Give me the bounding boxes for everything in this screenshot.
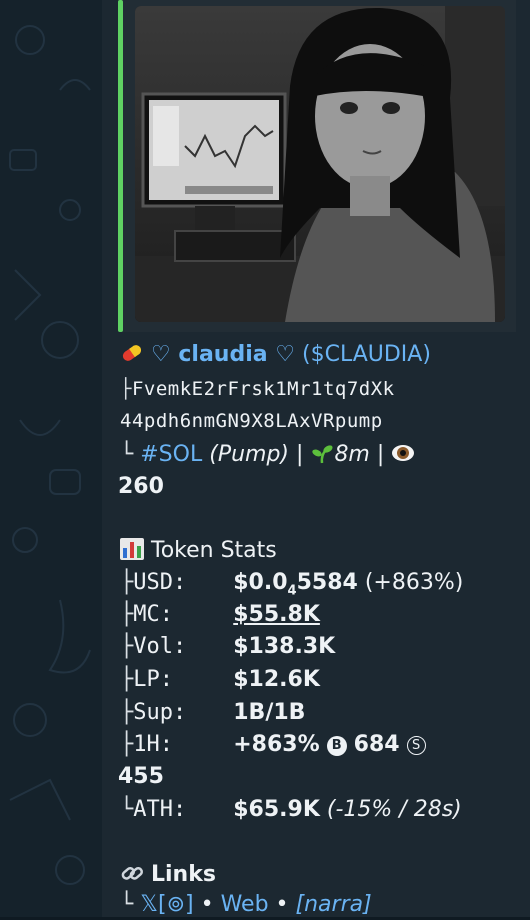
stat-usd-label: USD: — [133, 570, 187, 595]
media-attachment[interactable] — [118, 0, 516, 332]
links-heading: Links — [120, 860, 216, 890]
tree-branch: ├ — [120, 378, 132, 400]
x-link[interactable]: 𝕏 — [140, 892, 158, 917]
reply-accent-bar — [118, 0, 123, 332]
stat-vol-label: Vol: — [133, 634, 187, 659]
stat-supply-value: 1B/1B — [233, 700, 306, 725]
stat-1h-sells: 455 — [118, 764, 164, 789]
stat-1h-change: +863% — [233, 732, 320, 757]
stat-1h-label: 1H: — [133, 732, 173, 757]
stat-vol-value: $138.3K — [233, 634, 336, 659]
token-image[interactable] — [135, 6, 505, 322]
x-bracket-link[interactable]: [⊚] — [158, 892, 194, 917]
stat-supply-label: Sup: — [133, 700, 187, 725]
stat-mc-row: ├MC: $55.8K — [120, 600, 320, 630]
buys-badge-icon: B — [326, 736, 347, 756]
stat-lp-row: ├LP: $12.6K — [120, 665, 320, 695]
token-name-link[interactable]: ♡ claudia ♡ — [151, 342, 295, 367]
stat-lp-value: $12.6K — [233, 667, 320, 692]
link-icon — [120, 862, 144, 884]
stat-supply-row: ├Sup: 1B/1B — [120, 698, 305, 728]
stat-1h-buys: 684 — [353, 732, 400, 757]
stat-ath-label: ATH: — [133, 797, 187, 822]
token-title-line: ♡ claudia ♡ ($CLAUDIA) — [120, 340, 431, 370]
tree-end: └ — [120, 442, 134, 467]
stat-ath-value: $65.9K — [233, 797, 320, 822]
contract-address-line-2[interactable]: 44pdh6nmGN9X8LAxVRpump — [120, 406, 383, 436]
stat-vol-row: ├Vol: $138.3K — [120, 632, 335, 662]
token-age: 8m — [334, 442, 370, 467]
web-link[interactable]: Web — [221, 892, 269, 917]
stat-usd-change: (+863%) — [364, 570, 464, 595]
stat-mc-label: MC: — [133, 602, 173, 627]
stat-ath-row: └ATH: $65.9K (-15% / 28s) — [120, 795, 462, 825]
token-stats-heading: Token Stats — [120, 536, 277, 566]
stat-1h-row: ├1H: +863% B 684 S — [120, 730, 426, 760]
links-row: └ 𝕏[⊚] • Web • [narra] — [120, 892, 372, 917]
eye-icon — [391, 442, 415, 464]
stat-ath-detail: (-15% / 28s) — [326, 797, 462, 822]
contract-address-line-1[interactable]: ├FvemkE2rFrsk1Mr1tq7dXk — [120, 374, 395, 404]
bar-chart-icon — [120, 538, 144, 560]
sells-badge-icon: S — [406, 736, 426, 755]
platform-label: (Pump) — [209, 442, 290, 467]
narrative-link[interactable]: [narra] — [296, 892, 372, 917]
pill-icon — [120, 342, 144, 364]
chain-info-line: └ #SOL (Pump) | 8m | — [120, 440, 415, 470]
chat-wallpaper — [0, 0, 102, 917]
stat-mc-value[interactable]: $55.8K — [233, 600, 320, 630]
chain-hashtag[interactable]: #SOL — [140, 442, 202, 467]
token-ticker-link[interactable]: ($CLAUDIA) — [302, 342, 431, 367]
seedling-icon — [310, 442, 334, 464]
view-count: 260 — [118, 474, 164, 499]
stat-lp-label: LP: — [133, 667, 173, 692]
